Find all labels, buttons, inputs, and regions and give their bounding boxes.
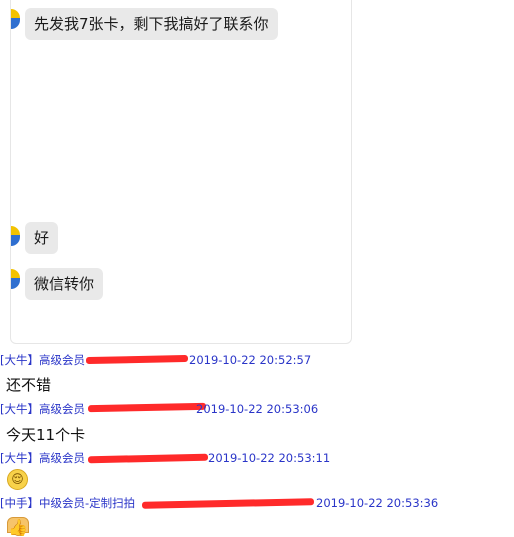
timestamp-text: 2019-10-22 20:53:06: [196, 402, 319, 416]
message-header: [大牛】高级会员: [0, 402, 85, 416]
timestamp: 2019-10-22 20:53:11: [208, 451, 330, 465]
message-bubble: 微信转你: [25, 268, 104, 300]
redaction-mark: [85, 354, 189, 365]
avatar[interactable]: [11, 9, 20, 29]
redaction-mark: [141, 498, 315, 509]
redaction-mark: [87, 402, 207, 413]
avatar[interactable]: [11, 226, 20, 246]
message-text: 微信转你: [34, 275, 95, 293]
message-text: 还不错: [6, 376, 52, 394]
timestamp-text: 2019-10-22 20:53:11: [208, 451, 331, 465]
sender-label: [大牛】高级会员: [0, 353, 85, 367]
message-bubble: 好: [25, 222, 59, 254]
message-text: 好: [34, 229, 50, 247]
timestamp: 2019-10-22 20:53:06: [196, 402, 318, 416]
message-text: 今天11个卡: [6, 426, 86, 444]
sender-label: [中手】中级会员-定制扫拍: [0, 496, 136, 510]
message-text: 先发我7张卡，剩下我搞好了联系你: [34, 15, 269, 33]
avatar[interactable]: [11, 269, 20, 289]
chat-panel: 先发我7张卡，剩下我搞好了联系你 好 微信转你: [10, 0, 352, 344]
timestamp-text: 2019-10-22 20:53:36: [316, 496, 439, 510]
sender-label: [大牛】高级会员: [0, 402, 85, 416]
timestamp: 2019-10-22 20:53:36: [316, 496, 438, 510]
message-header: [大牛】高级会员: [0, 451, 85, 465]
timestamp-text: 2019-10-22 20:52:57: [189, 353, 312, 367]
timestamp: 2019-10-22 20:52:57: [189, 353, 311, 367]
relieved-face-emoji: 😌: [7, 469, 28, 490]
message-bubble: 先发我7张卡，剩下我搞好了联系你: [25, 8, 278, 40]
message-header: [中手】中级会员-定制扫拍: [0, 496, 135, 510]
sender-label: [大牛】高级会员: [0, 451, 85, 465]
redaction-mark: [87, 453, 209, 464]
message-header: [大牛】高级会员: [0, 353, 85, 367]
